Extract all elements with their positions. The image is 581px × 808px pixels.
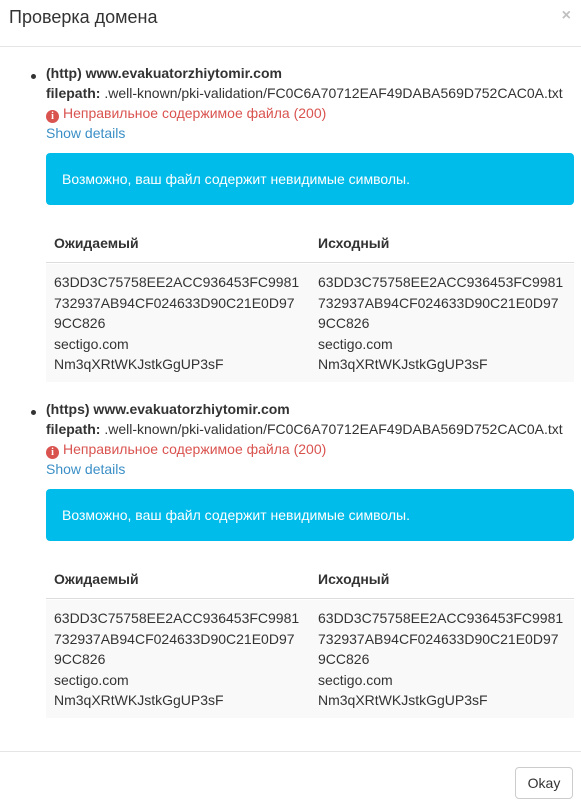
cell-line: 732937AB94CF024633D90C21E0D97	[318, 630, 559, 647]
filepath-label: filepath:	[46, 421, 101, 437]
bullet	[31, 410, 36, 415]
domain-name: (https) www.evakuatorzhiytomir.com	[46, 401, 290, 417]
filepath-value: .well-known/pki-validation/FC0C6A70712EA…	[100, 421, 563, 437]
column-header-actual: Исходный	[318, 571, 390, 587]
expected-cell: 63DD3C75758EE2ACC936453FC9981 732937AB94…	[54, 608, 299, 711]
cell-line: 9CC826	[54, 315, 106, 331]
cell-line: Nm3qXRtWKJstkGgUP3sF	[318, 356, 488, 372]
error-message: Неправильное содержимое файла (200)	[63, 105, 327, 121]
actual-cell: 63DD3C75758EE2ACC936453FC9981 732937AB94…	[318, 608, 563, 711]
column-header-expected: Ожидаемый	[54, 235, 139, 251]
cell-line: Nm3qXRtWKJstkGgUP3sF	[318, 692, 488, 708]
cell-line: Nm3qXRtWKJstkGgUP3sF	[54, 356, 224, 372]
info-circle-icon: i	[46, 446, 59, 459]
header-divider	[46, 598, 574, 599]
cell-line: 63DD3C75758EE2ACC936453FC9981	[54, 610, 300, 626]
cell-line: sectigo.com	[54, 335, 129, 352]
domain-name: (http) www.evakuatorzhiytomir.com	[46, 65, 282, 81]
error-line: i Неправильное содержимое файла (200)	[46, 105, 326, 123]
info-alert: Возможно, ваш файл содержит невидимые си…	[46, 489, 574, 541]
cell-line: 9CC826	[318, 315, 370, 331]
cell-line: 732937AB94CF024633D90C21E0D97	[318, 294, 559, 311]
error-message: Неправильное содержимое файла (200)	[63, 441, 327, 457]
cell-line: 63DD3C75758EE2ACC936453FC9981	[318, 274, 564, 290]
cell-line: sectigo.com	[54, 671, 129, 688]
show-details-link[interactable]: Show details	[46, 461, 125, 477]
filepath-label: filepath:	[46, 85, 101, 101]
cell-line: 63DD3C75758EE2ACC936453FC9981	[54, 274, 300, 290]
domain-check-dialog: Проверка домена × (http) www.evakuatorzh…	[0, 0, 581, 808]
close-button[interactable]: ×	[562, 7, 571, 25]
bullet	[31, 74, 36, 79]
dialog-footer: Okay	[0, 751, 581, 808]
info-circle-icon: i	[46, 110, 59, 123]
table-row: 63DD3C75758EE2ACC936453FC9981 732937AB94…	[46, 600, 574, 718]
filepath-value: .well-known/pki-validation/FC0C6A70712EA…	[100, 85, 563, 101]
filepath-line: filepath: .well-known/pki-validation/FC0…	[46, 85, 563, 101]
cell-line: 63DD3C75758EE2ACC936453FC9981	[318, 610, 564, 626]
cell-line: Nm3qXRtWKJstkGgUP3sF	[54, 692, 224, 708]
error-line: i Неправильное содержимое файла (200)	[46, 441, 326, 459]
header-divider	[46, 262, 574, 263]
cell-line: sectigo.com	[318, 335, 393, 352]
cell-line: sectigo.com	[318, 671, 393, 688]
show-details-link[interactable]: Show details	[46, 125, 125, 141]
cell-line: 9CC826	[54, 651, 106, 667]
dialog-title: Проверка домена	[9, 7, 158, 27]
actual-cell: 63DD3C75758EE2ACC936453FC9981 732937AB94…	[318, 272, 563, 375]
filepath-line: filepath: .well-known/pki-validation/FC0…	[46, 421, 563, 437]
cell-line: 9CC826	[318, 651, 370, 667]
table-row: 63DD3C75758EE2ACC936453FC9981 732937AB94…	[46, 264, 574, 382]
column-header-actual: Исходный	[318, 235, 390, 251]
okay-button[interactable]: Okay	[515, 767, 573, 799]
column-header-expected: Ожидаемый	[54, 571, 139, 587]
cell-line: 732937AB94CF024633D90C21E0D97	[54, 630, 295, 647]
info-alert: Возможно, ваш файл содержит невидимые си…	[46, 153, 574, 205]
expected-cell: 63DD3C75758EE2ACC936453FC9981 732937AB94…	[54, 272, 299, 375]
dialog-header: Проверка домена ×	[0, 0, 581, 47]
cell-line: 732937AB94CF024633D90C21E0D97	[54, 294, 295, 311]
